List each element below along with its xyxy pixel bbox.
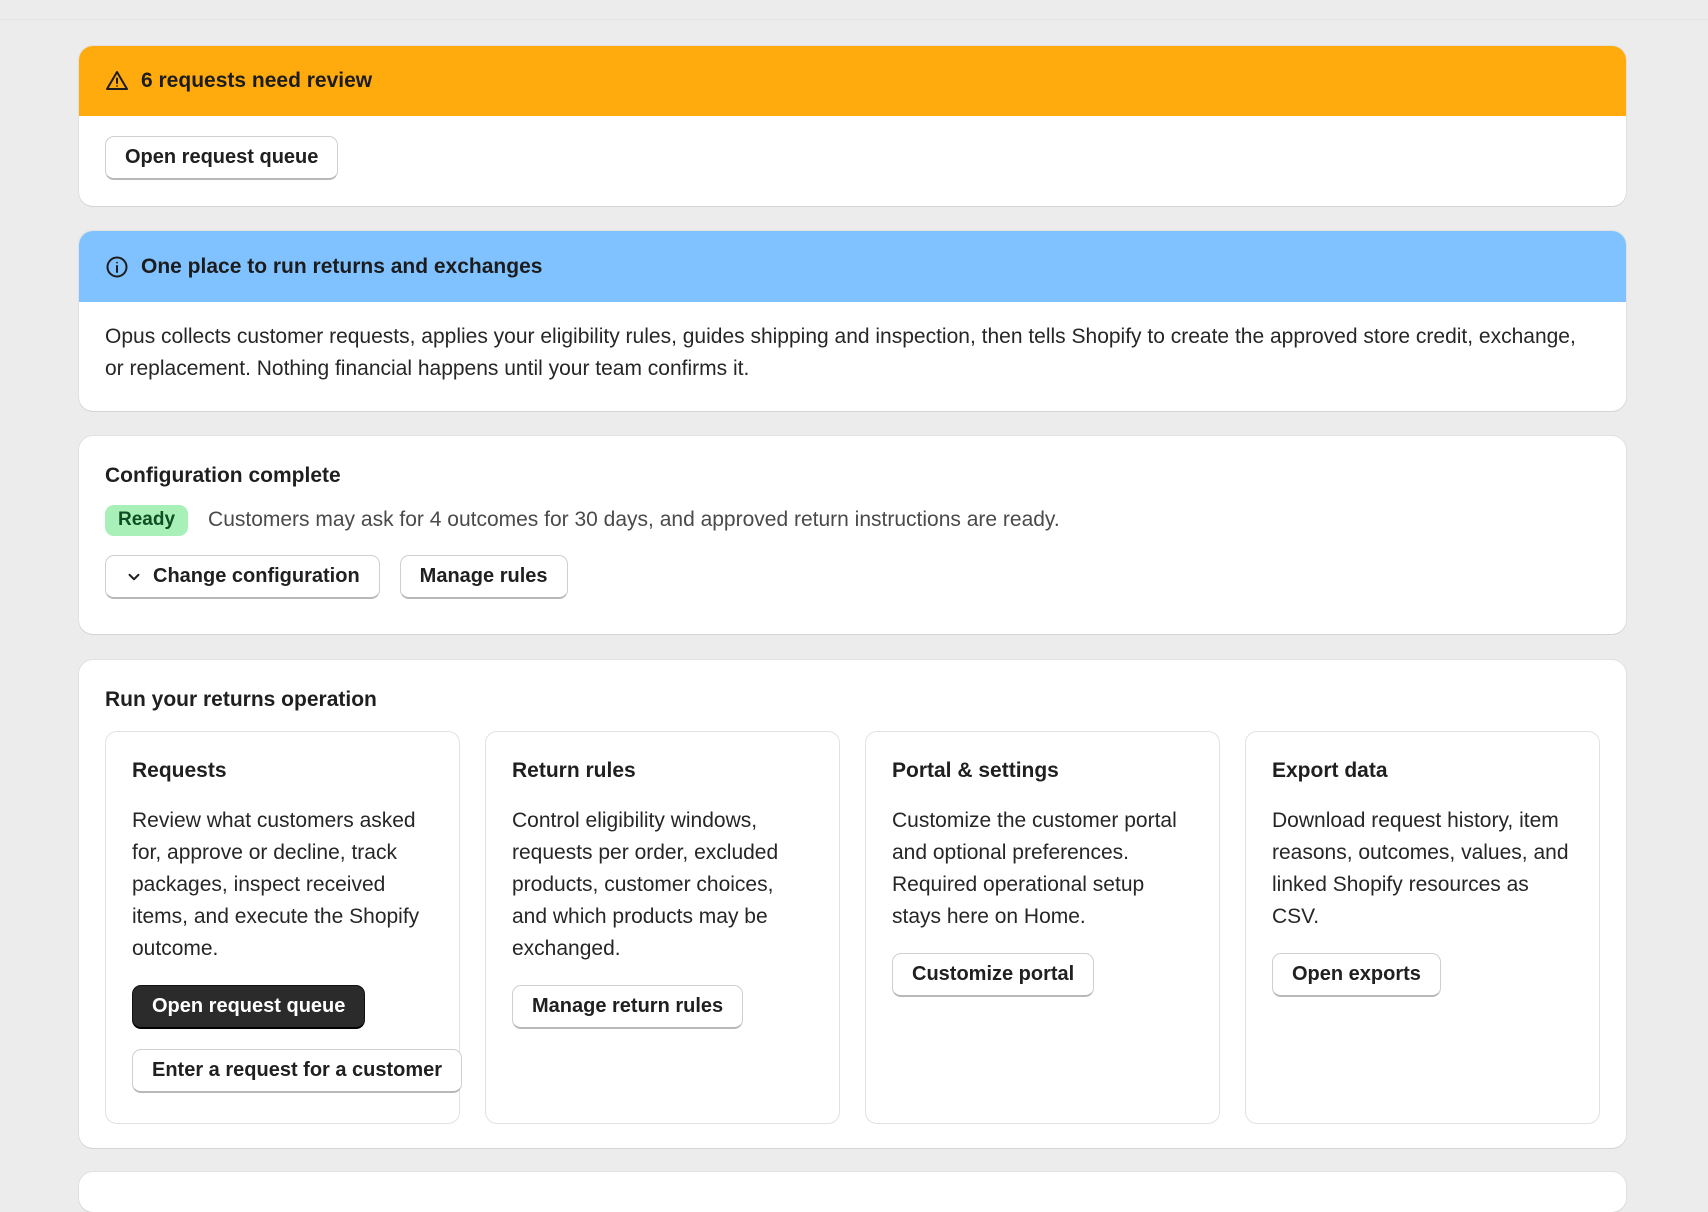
review-banner-header: 6 requests need review [79,46,1626,116]
portal-settings-card-title: Portal & settings [892,759,1059,782]
status-badge: Ready [105,504,189,536]
export-data-card-text: Download request history, item reasons, … [1272,809,1569,928]
review-banner-title: 6 requests need review [141,69,373,92]
requests-card-title: Requests [132,759,227,782]
info-banner-title: One place to run returns and exchanges [141,254,543,278]
enter-request-button[interactable]: Enter a request for a customer [132,1049,463,1093]
operations-card: Run your returns operation Requests Revi… [79,660,1626,1148]
portal-settings-card-text: Customize the customer portal and option… [892,809,1177,928]
change-configuration-button[interactable]: Change configuration [105,555,380,599]
export-data-card-title: Export data [1272,759,1388,782]
warning-triangle-icon [106,71,128,90]
info-banner-header: One place to run returns and exchanges [79,231,1626,302]
next-card-edge [79,1172,1626,1212]
configuration-summary: Customers may ask for 4 outcomes for 30 … [208,508,1060,531]
configuration-title: Configuration complete [105,464,341,487]
info-banner: One place to run returns and exchanges O… [79,231,1626,411]
return-rules-card-text: Control eligibility windows, requests pe… [512,809,779,960]
open-exports-button[interactable]: Open exports [1272,953,1441,997]
requests-card-text: Review what customers asked for, approve… [132,809,420,960]
operations-title: Run your returns operation [105,688,377,711]
change-configuration-label: Change configuration [153,565,360,587]
info-banner-text: Opus collects customer requests, applies… [105,325,1576,380]
customize-portal-button[interactable]: Customize portal [892,953,1095,997]
return-rules-card-title: Return rules [512,759,636,782]
open-request-queue-primary-button[interactable]: Open request queue [132,985,366,1029]
return-rules-card: Return rules Control eligibility windows… [485,731,840,1124]
requests-card: Requests Review what customers asked for… [105,731,463,1124]
configuration-card: Configuration complete Ready Customers m… [79,436,1626,634]
chevron-down-icon [128,573,140,580]
manage-rules-button[interactable]: Manage rules [399,555,568,599]
portal-settings-card: Portal & settings Customize the customer… [865,731,1220,1124]
open-request-queue-button[interactable]: Open request queue [105,136,339,180]
manage-return-rules-button[interactable]: Manage return rules [512,985,744,1029]
export-data-card: Export data Download request history, it… [1245,731,1600,1124]
info-circle-icon [106,256,128,277]
top-divider [0,19,1708,20]
review-banner: 6 requests need review Open request queu… [79,46,1626,206]
